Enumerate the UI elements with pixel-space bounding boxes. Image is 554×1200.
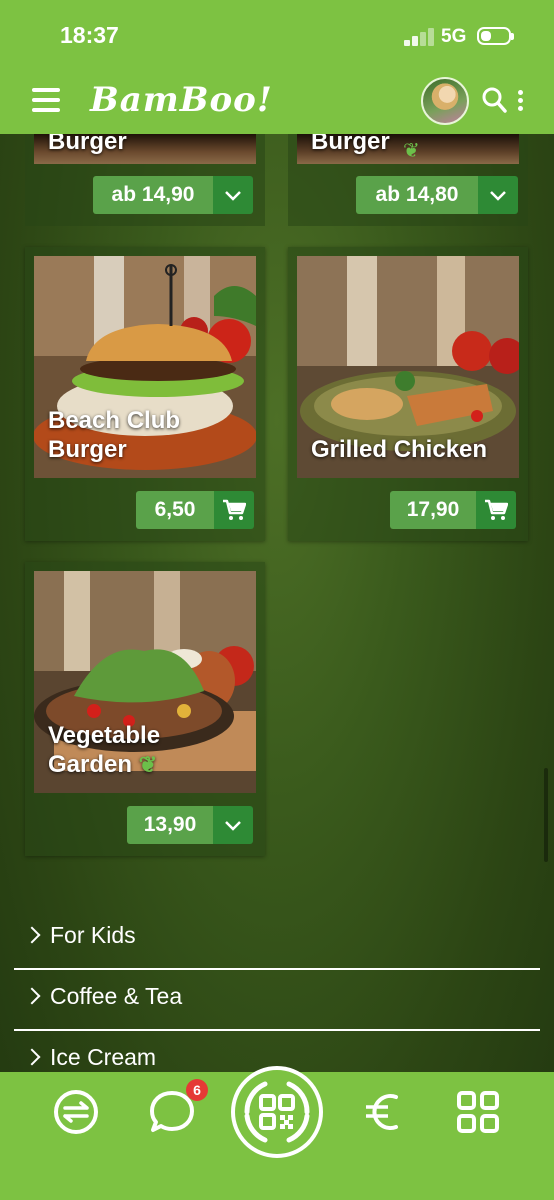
qr-scan-button[interactable] bbox=[231, 1066, 323, 1158]
product-name: Beach Club Burger bbox=[48, 407, 181, 463]
price-value: ab 14,80 bbox=[356, 176, 478, 214]
signal-icon bbox=[404, 28, 436, 46]
product-card[interactable]: Burger ab 14,90 bbox=[25, 134, 265, 226]
chevron-down-icon[interactable] bbox=[478, 176, 518, 214]
price-button[interactable]: 13,90 bbox=[127, 806, 253, 844]
product-name: Grilled Chicken bbox=[311, 436, 488, 463]
category-label: Ice Cream bbox=[50, 1044, 157, 1070]
chevron-down-icon[interactable] bbox=[213, 806, 253, 844]
exchange-icon[interactable] bbox=[52, 1089, 100, 1135]
qr-code-icon bbox=[244, 1081, 310, 1143]
more-options-icon[interactable] bbox=[516, 88, 526, 114]
chevron-right-icon bbox=[23, 926, 41, 944]
battery-icon bbox=[477, 27, 514, 45]
price-value: 6,50 bbox=[136, 491, 214, 529]
euro-icon[interactable] bbox=[364, 1089, 400, 1135]
status-time: 18:37 bbox=[60, 22, 119, 48]
product-image: Grilled Chicken bbox=[297, 256, 519, 478]
price-value: 13,90 bbox=[127, 806, 213, 844]
category-label: Coffee & Tea bbox=[50, 983, 183, 1009]
product-card[interactable]: Beach Club Burger 6,50 bbox=[25, 247, 265, 541]
category-label: For Kids bbox=[50, 922, 136, 948]
price-value: 17,90 bbox=[390, 491, 476, 529]
price-button[interactable]: 17,90 bbox=[390, 491, 516, 529]
chevron-right-icon bbox=[23, 1048, 41, 1066]
price-button[interactable]: ab 14,90 bbox=[93, 176, 253, 214]
product-card[interactable]: Grilled Chicken 17,90 bbox=[288, 247, 528, 541]
product-image: Beach Club Burger bbox=[34, 256, 256, 478]
chevron-down-icon[interactable] bbox=[213, 176, 253, 214]
scrollbar[interactable] bbox=[544, 768, 548, 862]
chevron-right-icon bbox=[23, 987, 41, 1005]
product-name: Burger bbox=[48, 134, 127, 155]
category-row-coffee-tea[interactable]: Coffee & Tea bbox=[14, 969, 540, 1031]
product-name: Vegetable Garden ❦ bbox=[48, 722, 161, 778]
search-icon[interactable] bbox=[481, 86, 507, 114]
product-name: Burger bbox=[311, 134, 390, 155]
product-image: Vegetable Garden ❦ bbox=[34, 571, 256, 793]
app-logo: BamBoo! bbox=[90, 80, 273, 120]
notification-badge: 6 bbox=[186, 1079, 208, 1101]
product-card[interactable]: Vegetable Garden ❦ 13,90 bbox=[25, 562, 265, 856]
grid-icon[interactable] bbox=[457, 1091, 499, 1133]
leaf-icon: ❦ bbox=[138, 752, 158, 777]
avatar[interactable] bbox=[421, 77, 469, 125]
network-type: 5G bbox=[441, 26, 467, 47]
cart-icon[interactable] bbox=[476, 491, 516, 529]
menu-icon[interactable] bbox=[32, 88, 60, 112]
status-bar: 18:37 5G bbox=[0, 0, 554, 72]
cart-icon[interactable] bbox=[214, 491, 254, 529]
product-card[interactable]: Burger ❦ ab 14,80 bbox=[288, 134, 528, 226]
product-image: Burger bbox=[34, 134, 256, 164]
product-image: Burger ❦ bbox=[297, 134, 519, 164]
category-row-for-kids[interactable]: For Kids bbox=[14, 908, 540, 970]
leaf-icon: ❦ bbox=[403, 140, 420, 162]
price-value: ab 14,90 bbox=[93, 176, 213, 214]
price-button[interactable]: 6,50 bbox=[136, 491, 254, 529]
price-button[interactable]: ab 14,80 bbox=[356, 176, 518, 214]
